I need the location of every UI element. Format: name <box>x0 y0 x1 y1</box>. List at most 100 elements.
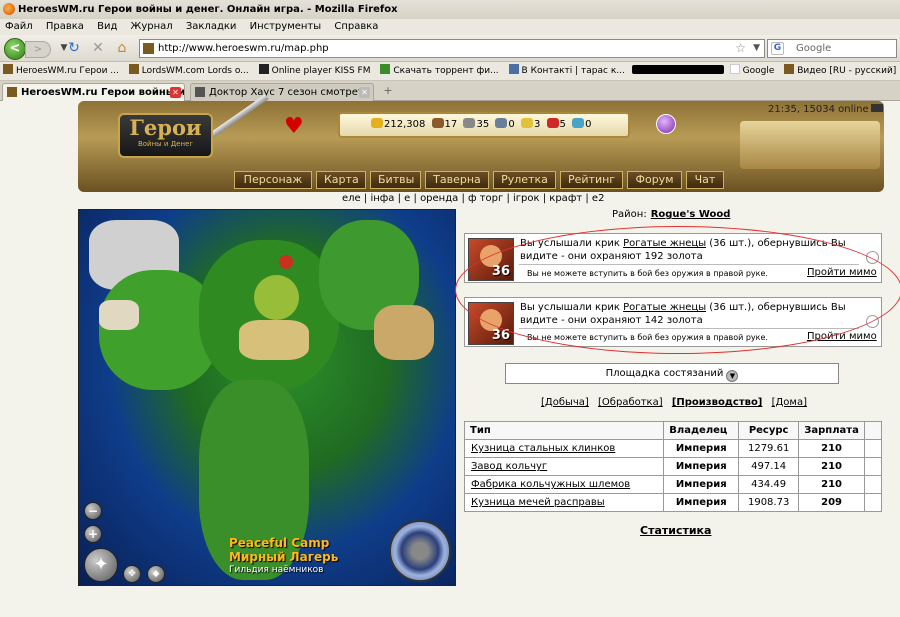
sublink-5[interactable]: ф торг <box>468 193 503 204</box>
factory-link[interactable]: Завод кольчуг <box>463 457 665 476</box>
heroeswm-favicon <box>3 64 13 74</box>
world-map[interactable]: − + ✦ ✥ ◆ Peaceful Camp Мирный Лагерь Ги… <box>78 209 456 586</box>
gem-icon <box>572 118 585 128</box>
search-bar[interactable]: G Google <box>767 39 897 58</box>
factory-extra <box>864 439 882 458</box>
factory-salary: 210 <box>798 475 866 494</box>
tab-houses[interactable]: [Дома] <box>772 397 807 408</box>
map-mode-icon[interactable]: ◆ <box>147 565 165 583</box>
crystal-icon <box>546 118 559 128</box>
nav-forum[interactable]: Форум <box>627 171 682 189</box>
gold-icon <box>371 118 383 128</box>
game-logo[interactable]: Герои Войны и Денег <box>118 113 213 158</box>
signal-icon <box>870 104 883 112</box>
bookmark-vkontakte[interactable]: В Контакті | тарас к... <box>506 62 629 80</box>
forward-button[interactable]: > <box>25 41 51 58</box>
factory-owner: Империя <box>663 457 740 476</box>
factory-extra <box>864 493 882 512</box>
sublink-6[interactable]: ігрок <box>513 193 540 204</box>
bookmarks-toolbar: HeroesWM.ru Герои ... LordsWM.com Lords … <box>0 62 900 81</box>
menu-file[interactable]: Файл <box>0 19 38 35</box>
menu-help[interactable]: Справка <box>329 19 383 35</box>
district-name[interactable]: Rogue's Wood <box>651 209 731 220</box>
url-dropdown-icon[interactable]: ▼ <box>753 40 760 57</box>
health-heart-icon: ♥ <box>284 114 304 139</box>
location-name-en: Peaceful Camp <box>229 536 330 550</box>
close-tab-icon[interactable]: ✕ <box>359 87 370 98</box>
sulfur-icon <box>520 118 533 128</box>
nav-tavern[interactable]: Таверна <box>425 171 489 189</box>
tab-production[interactable]: [Производство] <box>672 397 763 408</box>
lordswm-favicon <box>128 64 139 74</box>
url-bar[interactable]: http://www.heroeswm.ru/map.php ☆ ▼ <box>139 39 765 58</box>
navigation-toolbar: < > ▼ ↻ ✕ ⌂ http://www.heroeswm.ru/map.p… <box>0 35 900 62</box>
arena-dropdown[interactable]: Площадка состязаний ▼ <box>505 363 839 384</box>
factory-table: Тип Владелец Ресурс Зарплата Кузница ста… <box>463 421 882 512</box>
sublink-8[interactable]: е2 <box>592 193 605 204</box>
factory-tabs: [Добыча] [Обработка] [Производство] [Дом… <box>541 397 813 408</box>
factory-link[interactable]: Кузница стальных клинков <box>463 439 665 458</box>
factory-owner: Империя <box>663 439 740 458</box>
wood-amount: 17 <box>444 119 458 130</box>
zoom-out-button[interactable]: − <box>84 502 102 520</box>
bookmark-heroeswm[interactable]: HeroesWM.ru Герои ... <box>0 62 123 80</box>
menu-bookmarks[interactable]: Закладки <box>181 19 242 35</box>
back-button[interactable]: < <box>4 38 26 60</box>
factory-salary: 210 <box>798 439 866 458</box>
nav-rating[interactable]: Рейтинг <box>560 171 623 189</box>
bookmark-lordswm[interactable]: LordsWM.com Lords o... <box>126 62 253 80</box>
compass-star-icon[interactable]: ✦ <box>84 548 118 582</box>
bookmark-google[interactable]: Google <box>727 62 779 80</box>
sublink-7[interactable]: крафт <box>549 193 582 204</box>
nav-roulette[interactable]: Рулетка <box>493 171 556 189</box>
nav-character[interactable]: Персонаж <box>234 171 312 189</box>
table-row: Завод кольчуг Империя 497.14 210 <box>463 457 882 476</box>
google-search-icon[interactable]: G <box>771 42 784 55</box>
mercury-icon <box>495 118 508 128</box>
bookmark-kissfm[interactable]: Online player KISS FM <box>256 62 375 80</box>
nav-map[interactable]: Карта <box>316 171 366 189</box>
menubar: Файл Правка Вид Журнал Закладки Инструме… <box>0 19 900 35</box>
tab-extraction[interactable]: [Добыча] <box>541 397 589 408</box>
sublink-2[interactable]: інфа <box>370 193 394 204</box>
menu-history[interactable]: Журнал <box>126 19 178 35</box>
redacted-block <box>631 65 724 74</box>
player-marker-icon <box>279 255 293 269</box>
location-label: Peaceful Camp Мирный Лагерь Гильдия наём… <box>229 536 338 576</box>
statistics-link[interactable]: Статистика <box>640 524 711 537</box>
wood-icon <box>431 118 444 128</box>
bookmark-star-icon[interactable]: ☆ <box>735 40 746 57</box>
direction-compass[interactable] <box>389 520 451 582</box>
menu-view[interactable]: Вид <box>92 19 122 35</box>
home-icon[interactable]: ⌂ <box>114 40 130 57</box>
close-tab-icon[interactable]: ✕ <box>170 87 181 98</box>
bookmark-video[interactable]: Видео [RU - русский] <box>781 62 900 80</box>
zoom-in-button[interactable]: + <box>84 525 102 543</box>
tab-house[interactable]: Доктор Хаус 7 сезон смотреть онлай... ✕ <box>190 83 374 101</box>
video-favicon <box>784 64 795 74</box>
new-tab-button[interactable]: + <box>377 83 399 100</box>
game-nav: Персонаж Карта Битвы Таверна Рулетка Рейтинг Ф… <box>234 171 728 190</box>
nav-chat[interactable]: Чат <box>686 171 724 189</box>
tab-strip: HeroesWM.ru Герои войны и ден... ✕ Докто… <box>0 81 900 101</box>
bookmark-torrent[interactable]: Скачать торрент фи... <box>377 62 502 80</box>
stop-icon[interactable]: ✕ <box>90 40 106 57</box>
sublink-1[interactable]: еле <box>342 193 361 204</box>
window-title: HeroesWM.ru Герои войны и денег. Онлайн … <box>18 4 398 15</box>
menu-tools[interactable]: Инструменты <box>245 19 327 35</box>
factory-resource: 497.14 <box>738 457 800 476</box>
ore-amount: 35 <box>476 119 490 130</box>
sublink-4[interactable]: оренда <box>420 193 458 204</box>
tab-processing[interactable]: [Обработка] <box>598 397 663 408</box>
window-titlebar: HeroesWM.ru Герои войны и денег. Онлайн … <box>0 0 900 19</box>
center-map-icon[interactable]: ✥ <box>123 565 141 583</box>
sublink-3[interactable]: е <box>404 193 410 204</box>
factory-link[interactable]: Кузница мечей расправы <box>463 493 665 512</box>
vkontakte-favicon <box>508 64 519 74</box>
factory-link[interactable]: Фабрика кольчужных шлемов <box>463 475 665 494</box>
nav-battles[interactable]: Битвы <box>370 171 421 189</box>
server-time: 21:35, 15034 online <box>768 104 883 115</box>
menu-edit[interactable]: Правка <box>41 19 89 35</box>
tab-heroeswm[interactable]: HeroesWM.ru Герои войны и ден... ✕ <box>2 83 185 101</box>
reload-icon[interactable]: ↻ <box>66 40 82 57</box>
